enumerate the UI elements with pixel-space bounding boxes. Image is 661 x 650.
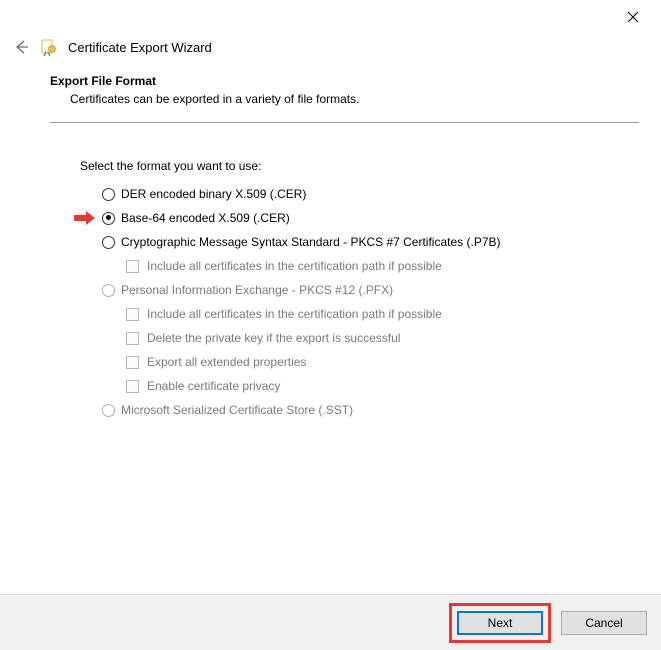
checkbox-icon xyxy=(126,380,139,393)
radio-der[interactable]: DER encoded binary X.509 (.CER) xyxy=(102,187,639,201)
radio-icon xyxy=(102,404,115,417)
radio-icon xyxy=(102,188,115,201)
radio-label-pfx: Personal Information Exchange - PKCS #12… xyxy=(121,283,393,297)
checkbox-pfx-privacy: Enable certificate privacy xyxy=(126,379,639,393)
format-options: DER encoded binary X.509 (.CER) Base-64 … xyxy=(80,187,639,417)
wizard-header: Certificate Export Wizard xyxy=(0,34,661,74)
checkbox-pkcs7-include: Include all certificates in the certific… xyxy=(126,259,639,273)
cancel-button[interactable]: Cancel xyxy=(561,611,647,635)
radio-label-sst: Microsoft Serialized Certificate Store (… xyxy=(121,403,353,417)
checkbox-label: Delete the private key if the export is … xyxy=(147,331,400,345)
radio-label-pkcs7: Cryptographic Message Syntax Standard - … xyxy=(121,235,501,249)
format-prompt: Select the format you want to use: xyxy=(80,159,639,173)
annotation-highlight: Next xyxy=(449,603,551,643)
radio-sst: Microsoft Serialized Certificate Store (… xyxy=(102,403,639,417)
checkbox-icon xyxy=(126,260,139,273)
radio-pkcs7[interactable]: Cryptographic Message Syntax Standard - … xyxy=(102,235,639,249)
checkbox-pfx-extended: Export all extended properties xyxy=(126,355,639,369)
wizard-title: Certificate Export Wizard xyxy=(68,40,212,55)
radio-label-base64: Base-64 encoded X.509 (.CER) xyxy=(121,211,290,225)
next-button[interactable]: Next xyxy=(457,611,543,635)
checkbox-icon xyxy=(126,332,139,345)
checkbox-label: Export all extended properties xyxy=(147,355,306,369)
radio-pfx: Personal Information Exchange - PKCS #12… xyxy=(102,283,639,297)
radio-icon xyxy=(102,236,115,249)
checkbox-icon xyxy=(126,308,139,321)
checkbox-label: Include all certificates in the certific… xyxy=(147,259,442,273)
footer-bar: Next Cancel xyxy=(0,594,661,650)
certificate-icon xyxy=(40,38,58,56)
radio-base64[interactable]: Base-64 encoded X.509 (.CER) xyxy=(102,211,639,225)
close-button[interactable] xyxy=(613,3,653,31)
radio-icon xyxy=(102,212,115,225)
radio-icon xyxy=(102,284,115,297)
checkbox-label: Include all certificates in the certific… xyxy=(147,307,442,321)
annotation-arrow-icon xyxy=(72,210,96,229)
titlebar xyxy=(0,0,661,34)
checkbox-pfx-include: Include all certificates in the certific… xyxy=(126,307,639,321)
checkbox-icon xyxy=(126,356,139,369)
content-area: Export File Format Certificates can be e… xyxy=(0,74,661,417)
section-description: Certificates can be exported in a variet… xyxy=(70,92,639,106)
radio-label-der: DER encoded binary X.509 (.CER) xyxy=(121,187,306,201)
checkbox-label: Enable certificate privacy xyxy=(147,379,280,393)
divider xyxy=(50,122,639,123)
section-heading: Export File Format xyxy=(50,74,639,88)
back-button[interactable] xyxy=(12,38,30,56)
checkbox-pfx-delete: Delete the private key if the export is … xyxy=(126,331,639,345)
